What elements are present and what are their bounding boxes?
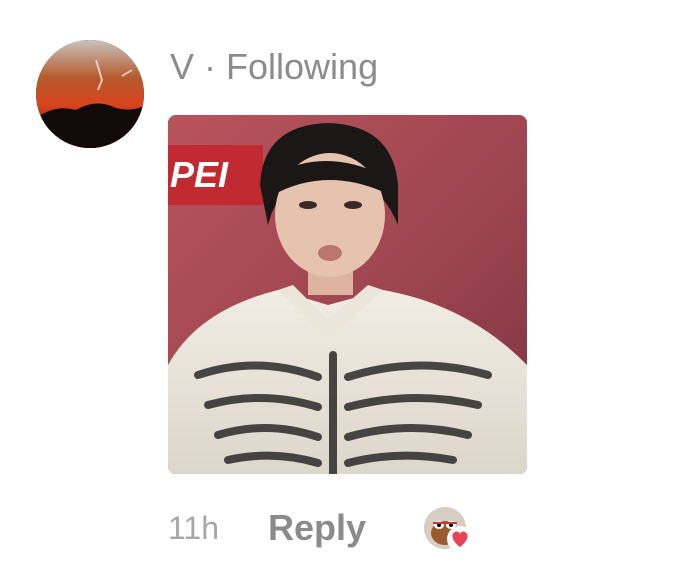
avatar[interactable]	[36, 40, 144, 148]
author-name[interactable]: V	[170, 46, 194, 88]
reaction-badge[interactable]	[424, 507, 474, 555]
photo-image: PEI	[168, 115, 527, 474]
reply-button[interactable]: Reply	[268, 507, 366, 549]
following-status[interactable]: Following	[226, 46, 378, 88]
heart-icon	[446, 525, 474, 553]
comment-photo[interactable]: PEI	[168, 115, 527, 474]
comment-footer: 11h Reply	[168, 500, 366, 556]
comment-header: V · Following	[170, 44, 378, 90]
sign-text: PEI	[170, 154, 229, 195]
timestamp: 11h	[168, 509, 220, 546]
avatar-image	[36, 40, 144, 148]
separator-dot: ·	[204, 46, 217, 87]
